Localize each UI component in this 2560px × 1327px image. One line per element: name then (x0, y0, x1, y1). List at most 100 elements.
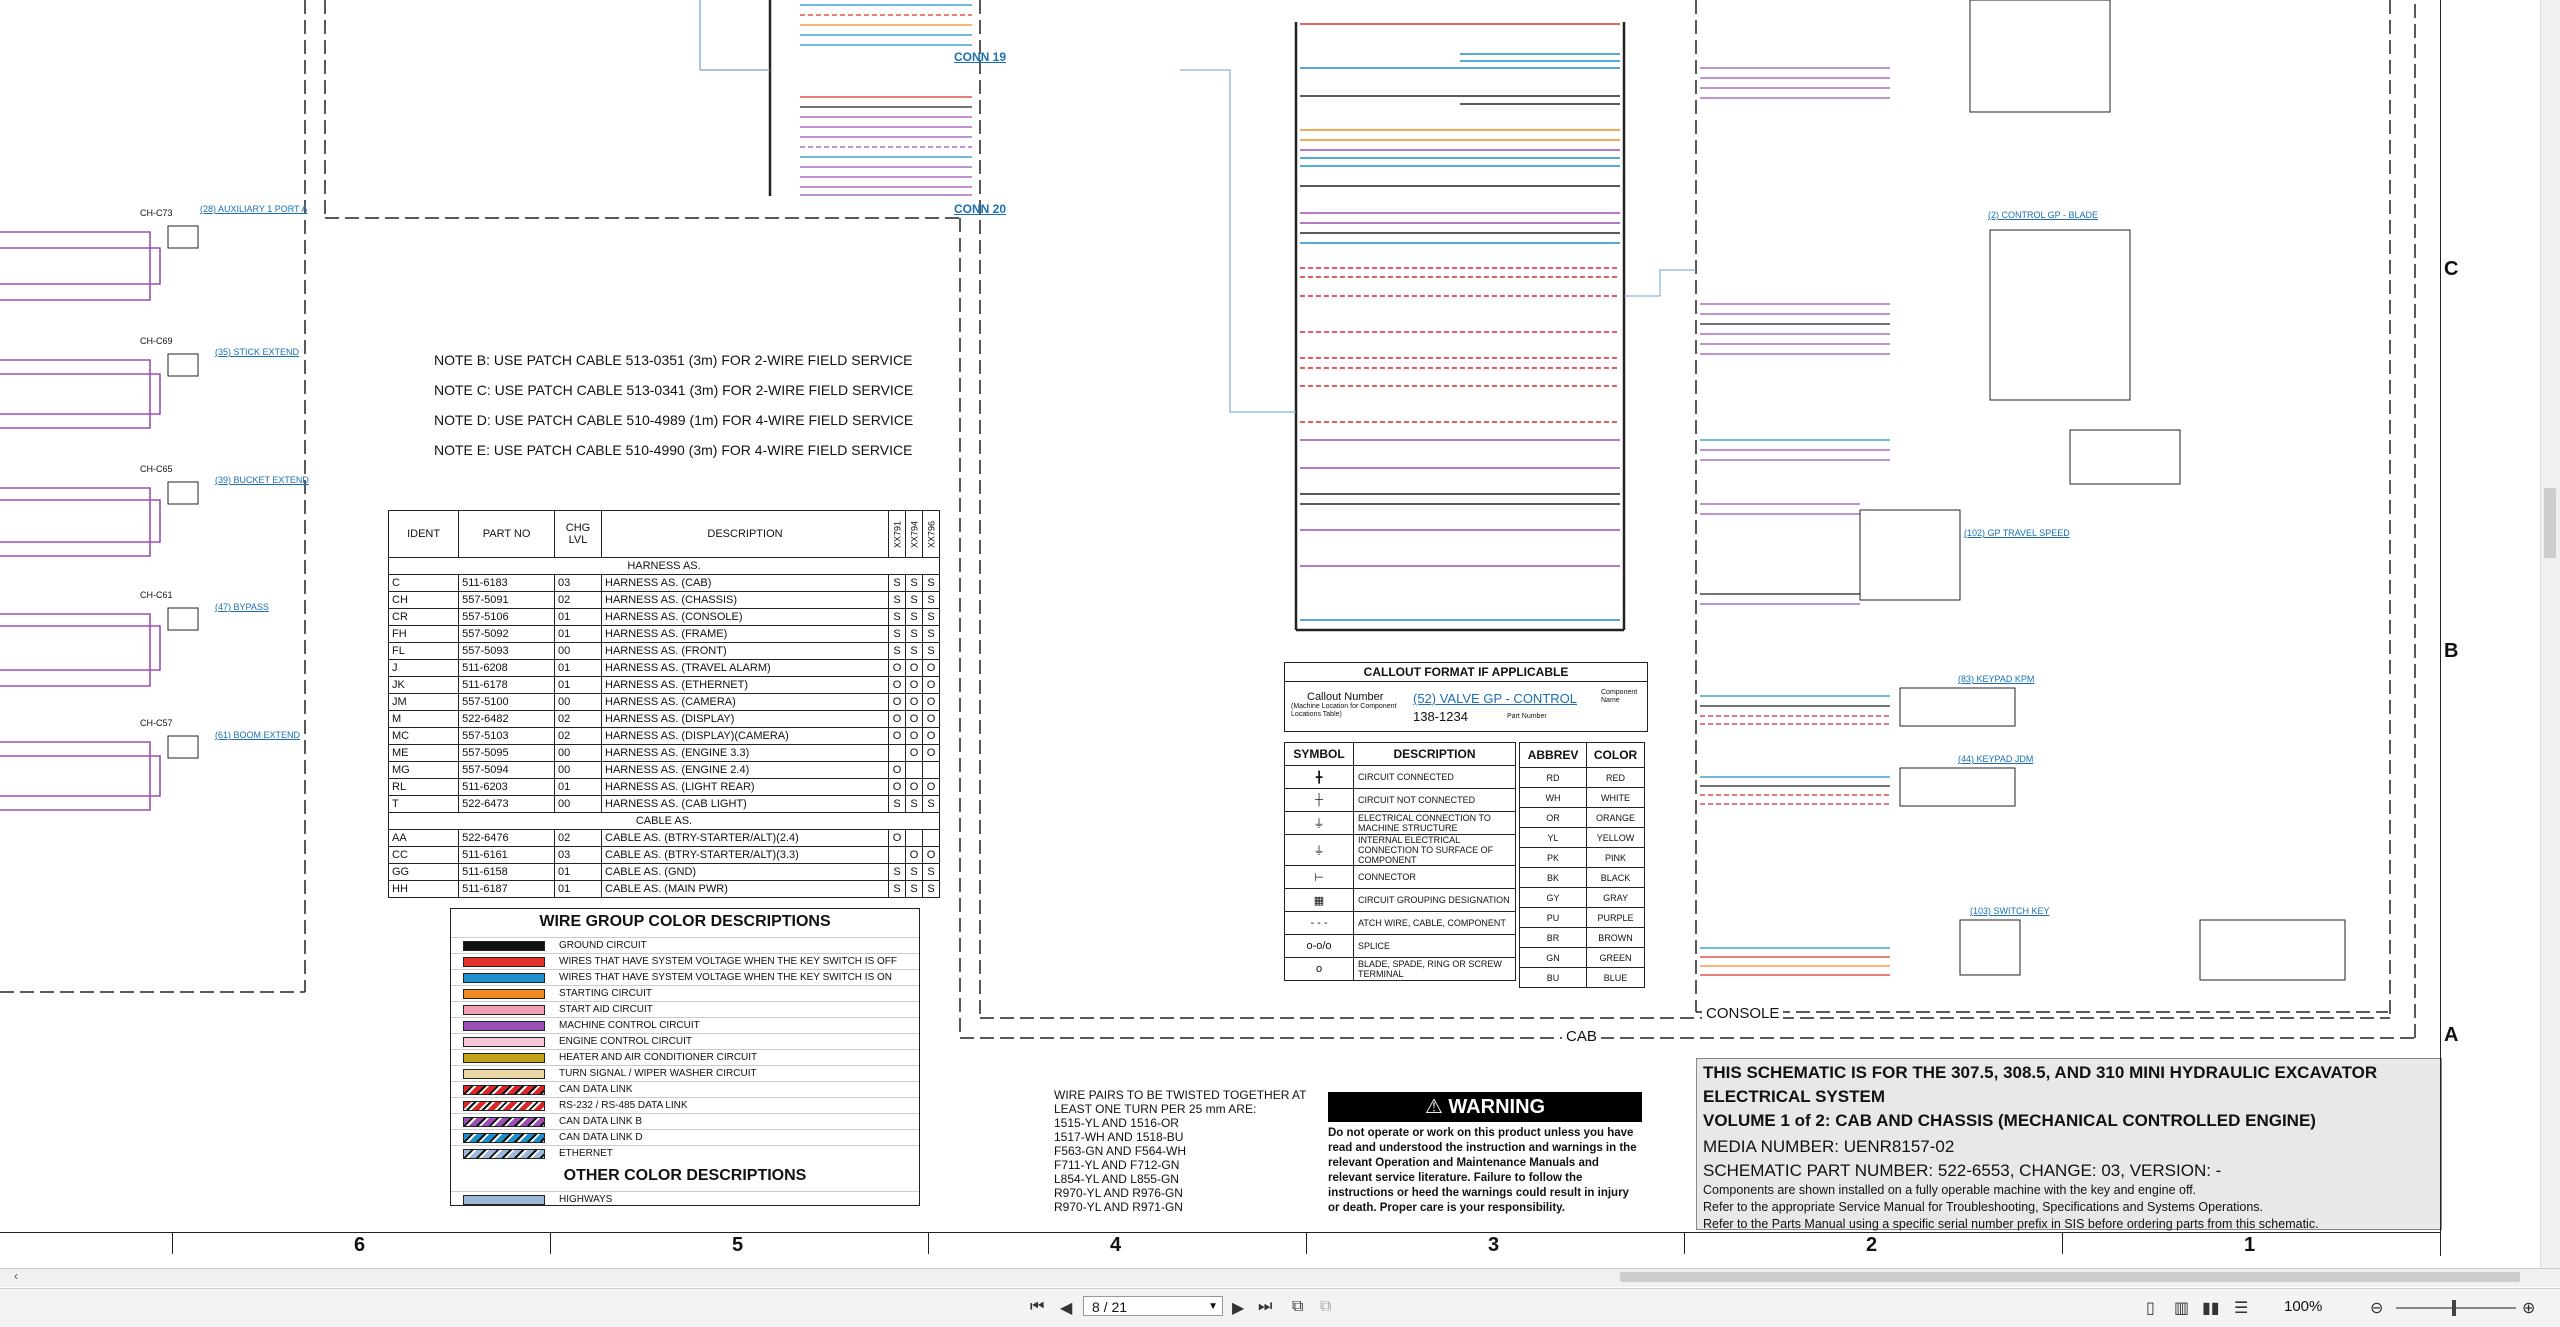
link-stick-extend[interactable]: (35) STICK EXTEND (215, 347, 299, 357)
wire-group-title: WIRE GROUP COLOR DESCRIPTIONS (539, 913, 831, 930)
table-cell: S (922, 880, 940, 898)
abbrev-code: PK (1518, 847, 1588, 868)
table-row: M 522-6482 02 HARNESS AS. (DISPLAY) O O O (387, 710, 940, 728)
table-cell: 02 (554, 727, 602, 745)
table-cell (888, 744, 906, 762)
twist-note-line: R970-YL AND R971-GN (1054, 1200, 1183, 1214)
wire-color-label: RS-232 / RS-485 DATA LINK (559, 1100, 688, 1111)
conn-20-label[interactable]: CONN 20 (954, 202, 1006, 216)
zoom-slider[interactable] (2396, 1307, 2516, 1309)
table-cell: CABLE AS. (MAIN PWR) (601, 880, 889, 898)
table-cell: 01 (554, 676, 602, 694)
table-section-label: HARNESS AS. (388, 557, 940, 575)
ruler-tick (1306, 1232, 1307, 1254)
link-bypass[interactable]: (47) BYPASS (215, 602, 269, 612)
conn-label: CH-C69 (140, 336, 173, 346)
table-cell: 00 (554, 693, 602, 711)
wire-color-swatch (463, 1148, 545, 1159)
link-control-gp-blade[interactable]: (2) CONTROL GP - BLADE (1988, 210, 2098, 220)
scroll-view-icon[interactable]: ☰ (2234, 1298, 2248, 1318)
abbrev-code: BR (1518, 927, 1588, 948)
table-cell: S (888, 642, 906, 660)
table-cell: S (905, 608, 923, 626)
table-row: ╋ CIRCUIT CONNECTED (1284, 765, 1516, 789)
ruler-letter: B (2444, 640, 2459, 662)
link-switch-key[interactable]: (103) SWITCH KEY (1970, 906, 2050, 916)
zoom-out-icon[interactable]: ⊖ (2370, 1298, 2383, 1318)
table-row: AA 522-6476 02 CABLE AS. (BTRY-STARTER/ALT)… (387, 829, 940, 847)
conn-19-label[interactable]: CONN 19 (954, 50, 1006, 64)
horizontal-scroll-thumb[interactable] (1620, 1272, 2520, 1282)
table-cell: 557-5095 (458, 744, 555, 762)
abbrev-color: BROWN (1586, 927, 1645, 948)
table-cell: 511-6178 (458, 676, 555, 694)
table-cell: 557-5094 (458, 761, 555, 779)
title-block: THIS SCHEMATIC IS FOR THE 307.5, 308.5, … (1696, 1058, 2442, 1231)
first-page-icon[interactable]: ⏮ (1030, 1298, 1044, 1316)
vertical-scrollbar[interactable] (2540, 0, 2560, 1268)
table-cell: HARNESS AS. (TRAVEL ALARM) (601, 659, 889, 677)
twist-note-line: F711-YL AND F712-GN (1054, 1158, 1180, 1172)
ruler-number: 2 (1866, 1234, 1878, 1256)
table-row: CC 511-6161 03 CABLE AS. (BTRY-STARTER/ALT)… (387, 846, 940, 864)
callout-example-link[interactable]: (52) VALVE GP - CONTROL (1413, 691, 1577, 706)
table-row: JM 557-5100 00 HARNESS AS. (CAMERA) O O O (387, 693, 940, 711)
scroll-left-icon[interactable]: ‹ (14, 1269, 18, 1283)
twist-note-line: 1517-WH AND 1518-BU (1054, 1130, 1184, 1144)
table-cell: ME (387, 744, 460, 762)
table-row: MC 557-5103 02 HARNESS AS. (DISPLAY)(CAMERA… (387, 727, 940, 745)
callout-part-number: 138-1234 (1413, 709, 1468, 724)
table-cell: 01 (554, 608, 602, 626)
col-part-no: PART NO (458, 510, 555, 558)
link-keypad-jdm[interactable]: (44) KEYPAD JDM (1958, 754, 2033, 764)
abbrev-color: GREEN (1586, 947, 1645, 968)
table-cell: S (922, 608, 940, 626)
zoom-in-icon[interactable]: ⊕ (2522, 1298, 2535, 1318)
twist-note-line: LEAST ONE TURN PER 25 mm ARE: (1054, 1102, 1257, 1116)
abbrev-code: GN (1518, 947, 1588, 968)
table-row: YL YELLOW (1518, 827, 1645, 848)
wire-color-swatch (463, 1116, 545, 1127)
wire-color-label: HEATER AND AIR CONDITIONER CIRCUIT (559, 1052, 758, 1063)
fit-width-icon[interactable]: ⧉ (1320, 1298, 1331, 1316)
chevron-down-icon[interactable]: ▼ (1208, 1297, 1218, 1317)
wire-color-row: CAN DATA LINK D (451, 1129, 919, 1145)
table-cell: 511-6187 (458, 880, 555, 898)
col-xx794: XX794 (905, 510, 923, 558)
previous-page-icon[interactable]: ◀ (1060, 1298, 1072, 1318)
table-cell: HARNESS AS. (ENGINE 3.3) (601, 744, 889, 762)
table-row: GG 511-6158 01 CABLE AS. (GND) S S S (387, 863, 940, 881)
link-auxiliary-port-a[interactable]: (28) AUXILIARY 1 PORT A (200, 204, 307, 214)
single-page-view-icon[interactable]: ▯ (2146, 1298, 2155, 1318)
callout-title: CALLOUT FORMAT IF APPLICABLE (1285, 663, 1647, 682)
symbol-glyph-icon: ▦ (1284, 888, 1354, 912)
vertical-scroll-thumb[interactable] (2544, 488, 2556, 558)
twist-note-line: L854-YL AND L855-GN (1054, 1172, 1179, 1186)
ruler-number: 5 (732, 1234, 744, 1256)
table-cell: 522-6482 (458, 710, 555, 728)
link-keypad-kpm[interactable]: (83) KEYPAD KPM (1958, 674, 2034, 684)
link-bucket-extend[interactable]: (39) BUCKET EXTEND (215, 475, 309, 485)
table-row: T 522-6473 00 HARNESS AS. (CAB LIGHT) S S S (387, 795, 940, 813)
symbol-glyph-icon: - - - (1284, 911, 1354, 935)
table-cell: O (888, 710, 906, 728)
table-cell: O (905, 676, 923, 694)
link-travel-speed[interactable]: (102) GP TRAVEL SPEED (1964, 528, 2070, 538)
fit-page-icon[interactable]: ⧉ (1292, 1298, 1303, 1316)
table-cell: O (888, 727, 906, 745)
table-row: WH WHITE (1518, 787, 1645, 808)
page-number-input[interactable]: 8 / 21 ▼ (1083, 1296, 1223, 1316)
table-row: ⏚ ELECTRICAL CONNECTION TO MACHINE STRUCT… (1284, 811, 1516, 835)
two-page-view-icon[interactable]: ▮▮ (2202, 1298, 2220, 1318)
zoom-slider-handle[interactable] (2452, 1300, 2456, 1316)
link-boom-extend[interactable]: (61) BOOM EXTEND (215, 730, 300, 740)
wire-color-row: CAN DATA LINK (451, 1081, 919, 1097)
table-cell: HARNESS AS. (LIGHT REAR) (601, 778, 889, 796)
wire-color-label: CAN DATA LINK B (559, 1116, 642, 1127)
ruler-number: 6 (354, 1234, 366, 1256)
table-cell: HARNESS AS. (CONSOLE) (601, 608, 889, 626)
continuous-view-icon[interactable]: ▥ (2174, 1298, 2189, 1318)
next-page-icon[interactable]: ▶ (1232, 1298, 1244, 1318)
last-page-icon[interactable]: ⏭ (1258, 1298, 1272, 1316)
note-d: NOTE D: USE PATCH CABLE 510-4989 (1m) FO… (434, 412, 914, 428)
